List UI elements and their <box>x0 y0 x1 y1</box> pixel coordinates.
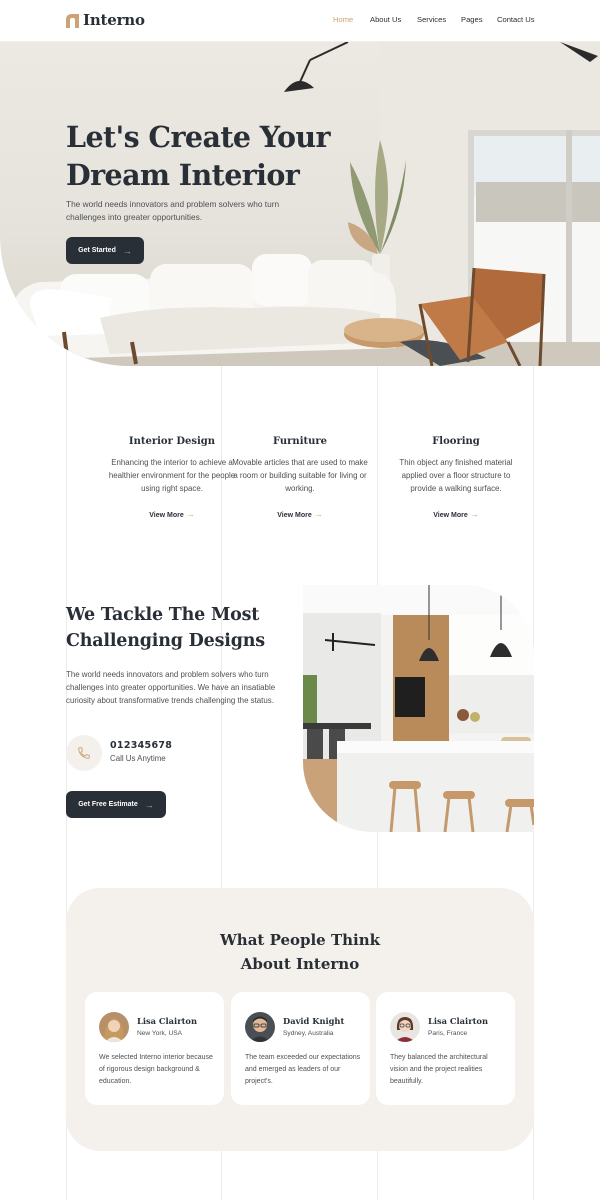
view-more-label: View More <box>433 512 468 519</box>
arrow-right-icon: → <box>185 509 195 519</box>
testimonial-location: New York, USA <box>137 1030 183 1037</box>
service-description: Thin object any finished material applie… <box>399 458 513 493</box>
arrow-right-icon: → <box>144 799 154 810</box>
testimonial-name: Lisa Clairton <box>137 1016 197 1026</box>
arrow-right-icon: → <box>122 245 132 256</box>
service-description: Movable articles that are used to make a… <box>232 458 368 493</box>
site-header: Interno Home About Us Services Pages Con… <box>0 0 600 42</box>
phone-icon[interactable] <box>66 735 102 771</box>
get-free-estimate-button[interactable]: Get Free Estimate → <box>66 791 166 818</box>
testimonial-card: David Knight Sydney, Australia The team … <box>231 992 370 1105</box>
view-more-label: View More <box>277 512 312 519</box>
hero-title-line-1: Let's Create Your <box>66 120 331 154</box>
testimonial-card: Lisa Clairton Paris, France They balance… <box>376 992 515 1105</box>
hero-title-line-2: Dream Interior <box>66 158 300 192</box>
tackle-title: We Tackle The Most Challenging Designs <box>66 602 286 654</box>
view-more-link[interactable]: View More → <box>232 509 368 519</box>
service-card-flooring: Flooring Thin object any finished materi… <box>388 436 524 519</box>
avatar <box>245 1012 275 1042</box>
testimonials-section: What People Think About Interno Lisa Cla… <box>66 888 534 1151</box>
kitchen-image <box>303 585 534 832</box>
testimonial-location: Paris, France <box>428 1030 468 1037</box>
view-more-link[interactable]: View More → <box>104 509 240 519</box>
testimonial-name: Lisa Clairton <box>428 1016 488 1026</box>
get-free-estimate-label: Get Free Estimate <box>78 801 138 808</box>
get-started-button[interactable]: Get Started → <box>66 237 144 264</box>
service-card-furniture: Furniture Movable articles that are used… <box>232 436 368 519</box>
phone-number[interactable]: 012345678 <box>110 740 172 751</box>
tackle-description: The world needs innovators and problem s… <box>66 670 276 705</box>
arrow-right-icon: → <box>313 509 323 519</box>
testimonial-location: Sydney, Australia <box>283 1030 334 1037</box>
service-title: Interior Design <box>128 436 216 447</box>
testimonials-title: What People Think About Interno <box>66 928 534 976</box>
avatar <box>390 1012 420 1042</box>
testimonials-title-line-1: What People Think <box>219 931 381 949</box>
nav-about-us[interactable]: About Us <box>370 15 401 24</box>
view-more-link[interactable]: View More → <box>388 509 524 519</box>
hero-section: Let's Create Your Dream Interior The wor… <box>0 42 600 366</box>
testimonial-card: Lisa Clairton New York, USA We selected … <box>85 992 224 1105</box>
testimonial-quote: The team exceeded our expectations and e… <box>245 1054 361 1085</box>
service-title: Flooring <box>432 436 480 447</box>
testimonial-quote: We selected Interno interior because of … <box>99 1054 213 1085</box>
nav-contact-us[interactable]: Contact Us <box>497 15 535 24</box>
hero-description: The world needs innovators and problem s… <box>66 199 280 222</box>
nav-home[interactable]: Home <box>333 15 353 24</box>
service-title: Furniture <box>272 436 328 447</box>
testimonial-name: David Knight <box>283 1016 345 1026</box>
tackle-title-line-2: Challenging Designs <box>66 631 265 651</box>
get-started-label: Get Started <box>78 247 116 254</box>
testimonials-title-line-2: About Interno <box>240 955 360 973</box>
tackle-title-line-1: We Tackle The Most <box>66 605 260 625</box>
main-nav: Home About Us Services Pages Contact Us <box>0 15 600 29</box>
phone-caption: Call Us Anytime <box>110 754 166 763</box>
testimonial-quote: They balanced the architectural vision a… <box>390 1054 488 1085</box>
service-card-interior-design: Interior Design Enhancing the interior t… <box>104 436 240 519</box>
nav-pages[interactable]: Pages <box>461 15 483 24</box>
nav-services[interactable]: Services <box>417 15 446 24</box>
avatar <box>99 1012 129 1042</box>
hero-title: Let's Create Your Dream Interior <box>66 118 346 194</box>
service-description: Enhancing the interior to achieve a heal… <box>108 458 236 493</box>
arrow-right-icon: → <box>469 509 479 519</box>
view-more-label: View More <box>149 512 184 519</box>
